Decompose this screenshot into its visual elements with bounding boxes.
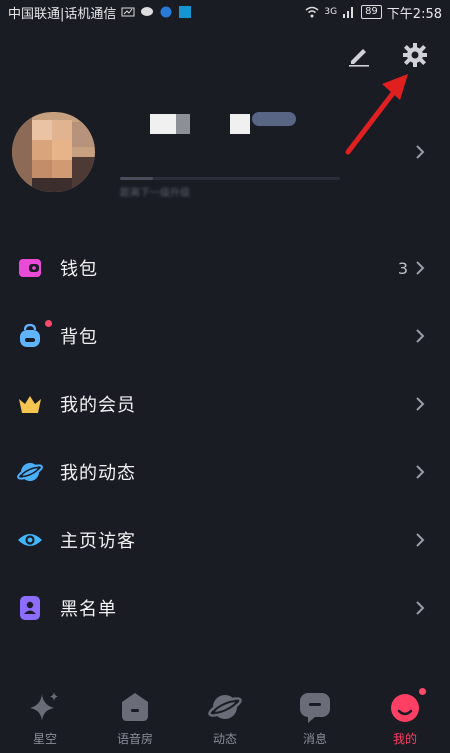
annotation-arrow-icon [345, 74, 408, 155]
tab-label: 星空 [32, 732, 57, 746]
sparkle-icon [30, 692, 58, 721]
tab-me[interactable]: 我的 [360, 682, 450, 753]
wifi-icon [305, 6, 319, 18]
tab-label: 动态 [212, 732, 237, 746]
chevron-right-icon [416, 329, 425, 343]
chat-bubble-icon [141, 7, 154, 16]
bottom-tab-bar: 星空 语音房 动态 消息 我的 [0, 682, 450, 753]
app-icon [160, 6, 172, 18]
backpack-icon [20, 323, 40, 347]
me-icon [391, 694, 419, 722]
menu-item-blocklist[interactable]: 黑名单 [0, 574, 450, 642]
chevron-right-icon [416, 533, 425, 547]
status-left: 中国联通|话机通信 [8, 3, 192, 22]
menu-label: 主页访客 [60, 531, 136, 552]
tab-starry-sky[interactable]: 星空 [0, 682, 90, 753]
tab-voice-room[interactable]: 语音房 [90, 682, 180, 753]
menu-label: 我的会员 [60, 395, 136, 416]
menu-item-my-posts[interactable]: 我的动态 [0, 438, 450, 506]
planet-icon [208, 695, 242, 719]
gear-icon[interactable] [402, 42, 428, 68]
tab-label: 消息 [302, 732, 327, 746]
clock: 下午2:58 [386, 6, 442, 22]
notification-icon [121, 7, 135, 17]
username-redaction [176, 114, 190, 134]
avatar[interactable] [12, 112, 95, 192]
level-progress-caption: 距离下一级升级 [120, 188, 190, 199]
tab-label: 语音房 [116, 732, 153, 746]
level-progress-fill [120, 177, 153, 180]
tab-label: 我的 [392, 732, 417, 746]
avatar-image [12, 112, 95, 192]
battery-indicator: 89 [361, 5, 382, 19]
signal-icon [343, 7, 354, 18]
menu-label: 背包 [60, 327, 98, 348]
menu-item-visitors[interactable]: 主页访客 [0, 506, 450, 574]
wallet-icon [19, 259, 41, 277]
status-bar: 中国联通|话机通信 3G 89 下午2:58 [0, 0, 450, 24]
chevron-right-icon [416, 465, 425, 479]
chevron-right-icon[interactable] [413, 144, 427, 160]
blocklist-icon [20, 596, 40, 620]
status-right: 3G 89 下午2:58 [305, 3, 442, 22]
menu-item-wallet[interactable]: 钱包 3 [0, 234, 450, 302]
username-obscured[interactable] [120, 110, 340, 150]
menu-label: 钱包 [60, 259, 98, 280]
username-redaction [230, 114, 250, 134]
carrier-text: 中国联通|话机通信 [8, 6, 117, 22]
level-progress-bar [120, 177, 340, 180]
notification-dot [419, 688, 426, 695]
menu-item-backpack[interactable]: 背包 [0, 302, 450, 370]
message-icon [300, 693, 330, 723]
tab-messages[interactable]: 消息 [270, 682, 360, 753]
planet-icon [17, 463, 43, 481]
wallet-count: 3 [397, 258, 408, 278]
chevron-right-icon [416, 261, 425, 275]
level-badge [252, 112, 296, 126]
eye-icon [18, 534, 42, 546]
settings-menu: 钱包 3 背包 我的会员 我的动态 主页访客 黑名单 [0, 234, 450, 642]
menu-label: 黑名单 [60, 599, 117, 620]
app-icon [179, 6, 192, 18]
chevron-right-icon [416, 397, 425, 411]
voice-room-icon [122, 693, 148, 721]
edit-icon[interactable] [346, 42, 372, 68]
username-redaction [150, 114, 176, 134]
menu-item-membership[interactable]: 我的会员 [0, 370, 450, 438]
menu-label: 我的动态 [60, 463, 136, 484]
notification-dot [45, 320, 52, 327]
tab-feed[interactable]: 动态 [180, 682, 270, 753]
crown-icon [19, 396, 41, 413]
network-type: 3G [324, 7, 338, 17]
chevron-right-icon [416, 601, 425, 615]
